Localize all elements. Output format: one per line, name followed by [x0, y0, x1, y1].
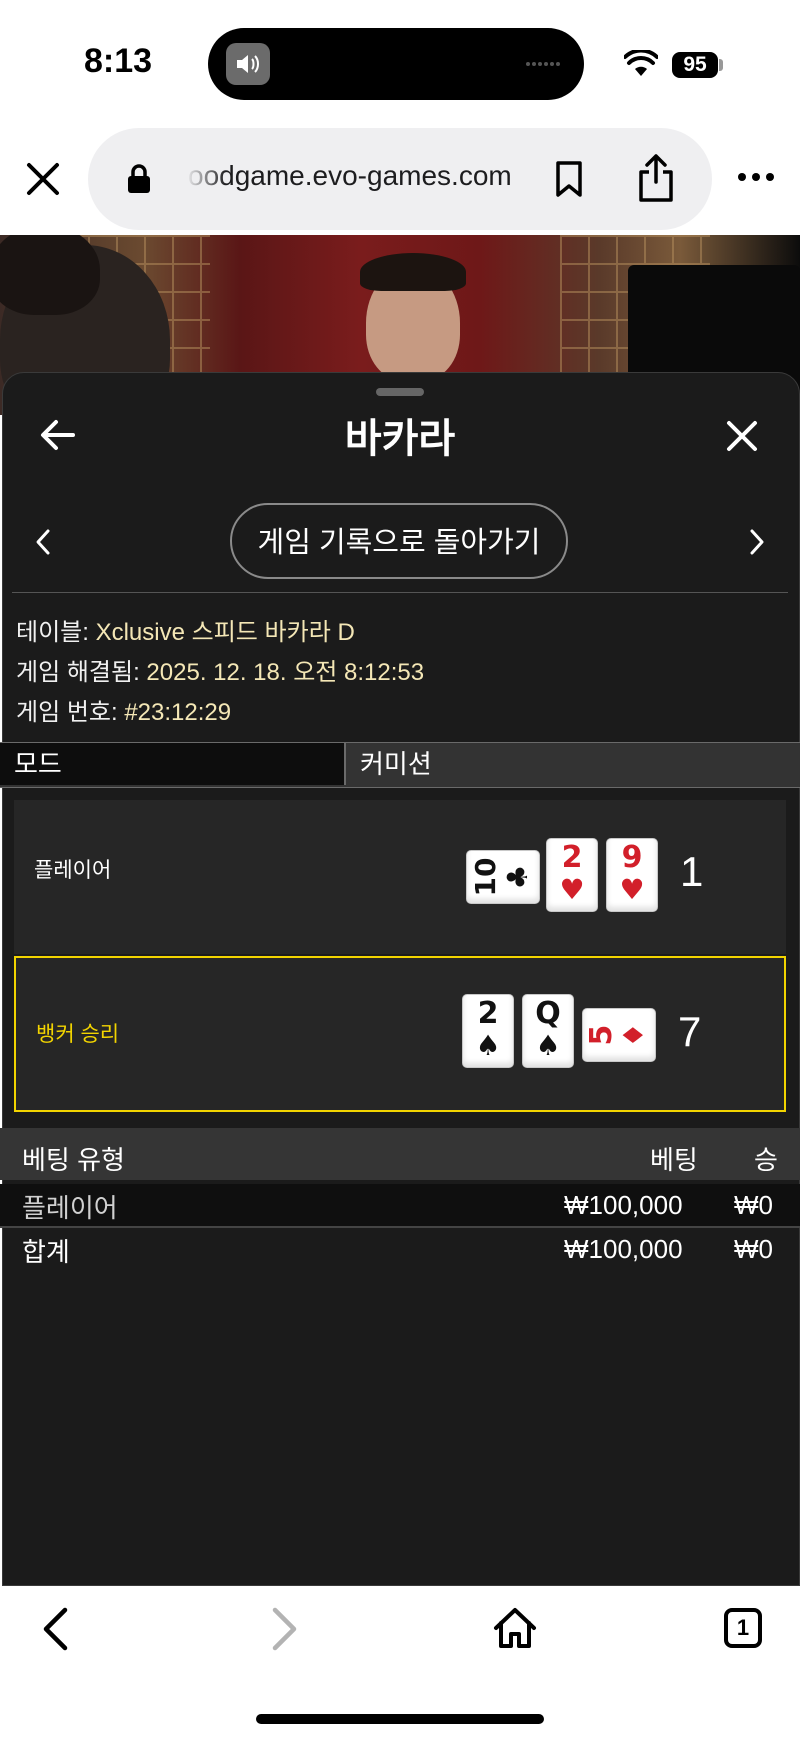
bets-header: 베팅 유형 베팅 승: [0, 1128, 800, 1180]
card-rank: 10: [469, 857, 502, 897]
prev-game-icon[interactable]: [34, 528, 52, 556]
banker-result-label: 뱅커 승리: [36, 1023, 120, 1046]
card-rank: 2: [477, 996, 499, 1031]
game-number-info: 게임 번호: #23:12:29: [16, 692, 231, 727]
back-arrow-icon[interactable]: [40, 418, 76, 452]
player-result-row: 플레이어 10 ♣ 2 ♥ 9 ♥ 1: [14, 800, 786, 954]
url-fade: [186, 150, 226, 202]
player-card-1: 10 ♣: [466, 850, 540, 904]
table-info: 테이블: Xclusive 스피드 바카라 D: [16, 612, 355, 647]
status-time: 8:13: [84, 42, 153, 80]
home-icon[interactable]: [492, 1606, 538, 1650]
banker-card-3: 5 ♦: [582, 1008, 656, 1062]
banker-score: 7: [678, 1008, 702, 1055]
divider: [12, 592, 788, 593]
activity-dots-icon: [526, 62, 560, 66]
card-suit: ♦: [617, 1022, 650, 1048]
table-row: 플레이어 ₩100,000 ₩0: [0, 1184, 800, 1228]
close-icon[interactable]: [726, 420, 758, 452]
bet-amount-header: 베팅: [650, 1145, 698, 1175]
total-bet: ₩100,000: [564, 1234, 683, 1264]
bet-amount: ₩100,000: [564, 1190, 683, 1220]
banker-card-1: 2 ♠: [462, 994, 514, 1068]
game-number-value: #23:12:29: [124, 699, 232, 726]
card-suit: ♠: [475, 1029, 501, 1062]
resolved-value: 2025. 12. 18. 오전 8:12:53: [146, 659, 425, 686]
card-suit: ♥: [559, 873, 585, 906]
browser-forward-icon[interactable]: [270, 1606, 300, 1652]
banker-result-row: 뱅커 승리 2 ♠ Q ♠ 5 ♦ 7: [14, 956, 786, 1112]
resolved-info: 게임 해결됨: 2025. 12. 18. 오전 8:12:53: [16, 652, 424, 687]
card-suit: ♠: [535, 1029, 561, 1062]
card-suit: ♥: [619, 873, 645, 906]
card-rank: 5: [584, 1024, 619, 1046]
panel-title: 바카라: [344, 417, 456, 461]
card-rank: Q: [535, 996, 561, 1031]
table-value: Xclusive 스피드 바카라 D: [95, 619, 355, 646]
player-card-2: 2 ♥: [546, 838, 598, 912]
player-result-label: 플레이어: [34, 859, 112, 882]
bet-type: 플레이어: [22, 1193, 118, 1223]
battery-tip: [719, 59, 723, 71]
back-to-history-button[interactable]: 게임 기록으로 돌아가기: [230, 503, 568, 579]
card-suit: ♣: [501, 864, 534, 890]
tabs-button[interactable]: 1: [724, 1608, 762, 1648]
game-number-label: 게임 번호:: [16, 699, 118, 726]
bet-type-header: 베팅 유형: [22, 1145, 125, 1175]
table-label: 테이블:: [16, 619, 89, 646]
share-icon[interactable]: [636, 152, 676, 204]
url-text[interactable]: oodgame.evo-games.com: [188, 160, 528, 192]
mode-value: 커미션: [360, 749, 432, 779]
browser-back-icon[interactable]: [40, 1606, 70, 1652]
player-score: 1: [680, 848, 704, 895]
wifi-icon: [624, 50, 658, 76]
player-card-3: 9 ♥: [606, 838, 658, 912]
total-label: 합계: [22, 1237, 70, 1267]
total-win: ₩0: [734, 1234, 773, 1264]
battery-indicator: 95: [672, 52, 718, 78]
next-game-icon[interactable]: [748, 528, 766, 556]
more-options-icon[interactable]: [736, 170, 776, 184]
win-header: 승: [754, 1145, 778, 1175]
total-row: 합계 ₩100,000 ₩0: [0, 1228, 800, 1270]
mode-label: 모드: [0, 743, 346, 785]
resolved-label: 게임 해결됨:: [16, 659, 140, 686]
banker-card-2: Q ♠: [522, 994, 574, 1068]
card-rank: 9: [621, 840, 643, 875]
win-amount: ₩0: [734, 1190, 773, 1220]
close-tab-icon[interactable]: [26, 162, 60, 196]
home-indicator: [256, 1714, 544, 1724]
bookmark-icon[interactable]: [554, 160, 584, 198]
drag-handle[interactable]: [376, 388, 424, 396]
speaker-icon: [226, 43, 270, 85]
lock-icon: [128, 164, 150, 193]
card-rank: 2: [561, 840, 583, 875]
